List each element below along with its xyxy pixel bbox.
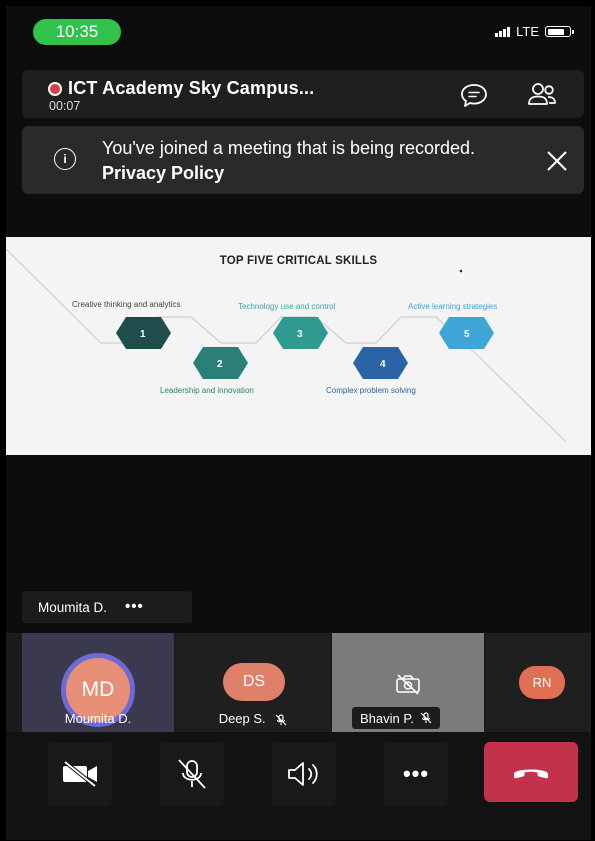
participants-button[interactable] — [526, 82, 558, 108]
shared-screen-slide: 1 2 3 4 5 TOP FIVE CRITICAL SKILLS Creat… — [6, 237, 591, 455]
info-icon: i — [54, 148, 76, 170]
mic-off-icon — [275, 713, 287, 725]
close-icon[interactable] — [544, 148, 570, 174]
skill-label-4: Complex problem solving — [326, 386, 416, 395]
skill-label-3: Technology use and control — [238, 302, 336, 311]
avatar: DS — [223, 663, 285, 701]
chat-button[interactable] — [458, 82, 490, 108]
presenter-name: Moumita D. — [38, 599, 108, 615]
banner-text: You've joined a meeting that is being re… — [102, 138, 476, 158]
hex-4: 4 — [353, 347, 408, 379]
privacy-policy-link[interactable]: Privacy Policy — [102, 163, 224, 183]
chat-icon — [461, 84, 487, 107]
participants-strip: MD Moumita D. DS Deep S. Bhavin P. RN — [6, 633, 591, 732]
status-indicators: LTE — [495, 24, 574, 39]
participant-name: Bhavin P. — [360, 710, 414, 726]
video-off-icon — [63, 760, 97, 788]
banner-message: You've joined a meeting that is being re… — [102, 136, 522, 186]
recording-icon — [48, 82, 62, 96]
hang-up-icon — [514, 769, 548, 779]
participant-tile[interactable]: RN — [486, 633, 591, 732]
battery-icon — [545, 26, 574, 37]
hex-2-number: 2 — [217, 359, 223, 370]
hex-1-number: 1 — [140, 329, 146, 340]
presenter-label[interactable]: Moumita D. ••• — [22, 591, 192, 623]
skill-label-5: Active learning strategies — [408, 302, 498, 311]
hex-5-number: 5 — [464, 329, 470, 340]
mic-off-icon — [178, 759, 206, 789]
people-icon — [528, 83, 556, 105]
toggle-mic-button[interactable] — [160, 742, 224, 806]
mic-off-icon — [420, 712, 432, 724]
participant-name: Deep S. — [218, 711, 266, 726]
hex-3-number: 3 — [297, 329, 303, 340]
participant-tile[interactable]: DS Deep S. — [176, 633, 330, 732]
call-controls: ••• — [6, 732, 591, 840]
skill-label-1: Creative thinking and analytics — [72, 300, 181, 309]
slide-title: TOP FIVE CRITICAL SKILLS — [219, 255, 378, 267]
signal-icon — [495, 26, 511, 37]
network-label: LTE — [516, 24, 539, 39]
leave-call-button[interactable] — [484, 742, 578, 802]
avatar: RN — [519, 666, 565, 699]
participant-name-row: Deep S. — [176, 711, 330, 726]
participant-tile[interactable]: Bhavin P. — [332, 633, 484, 732]
hex-3: 3 — [273, 317, 328, 349]
speaker-icon — [288, 762, 318, 786]
meeting-timer: 00:07 — [49, 99, 81, 113]
hex-2: 2 — [193, 347, 248, 379]
toggle-video-button[interactable] — [48, 742, 112, 806]
status-time: 10:35 — [33, 19, 121, 45]
participant-name-pill: Bhavin P. — [352, 707, 440, 729]
participant-name: Moumita D. — [64, 711, 132, 726]
speaker-button[interactable] — [272, 742, 336, 806]
hex-5: 5 — [439, 317, 494, 349]
more-icon: ••• — [402, 761, 430, 786]
teams-meeting-screen: 10:35 LTE ICT Academy Sky Campus... 00:0… — [6, 6, 591, 840]
participant-tile[interactable]: MD Moumita D. — [22, 633, 174, 732]
meeting-header: ICT Academy Sky Campus... 00:07 — [22, 70, 584, 118]
hex-1: 1 — [116, 317, 171, 349]
skill-label-2: Leadership and innovation — [160, 386, 254, 395]
hex-4-number: 4 — [380, 359, 386, 370]
slide-graphic: 1 2 3 4 5 — [6, 248, 567, 443]
more-options-button[interactable]: ••• — [384, 742, 448, 806]
camera-off-icon — [396, 674, 420, 695]
status-bar: 10:35 LTE — [6, 6, 591, 58]
recording-banner: i You've joined a meeting that is being … — [22, 126, 584, 194]
meeting-title[interactable]: ICT Academy Sky Campus... — [68, 78, 314, 99]
presenter-more-button[interactable]: ••• — [125, 599, 144, 614]
